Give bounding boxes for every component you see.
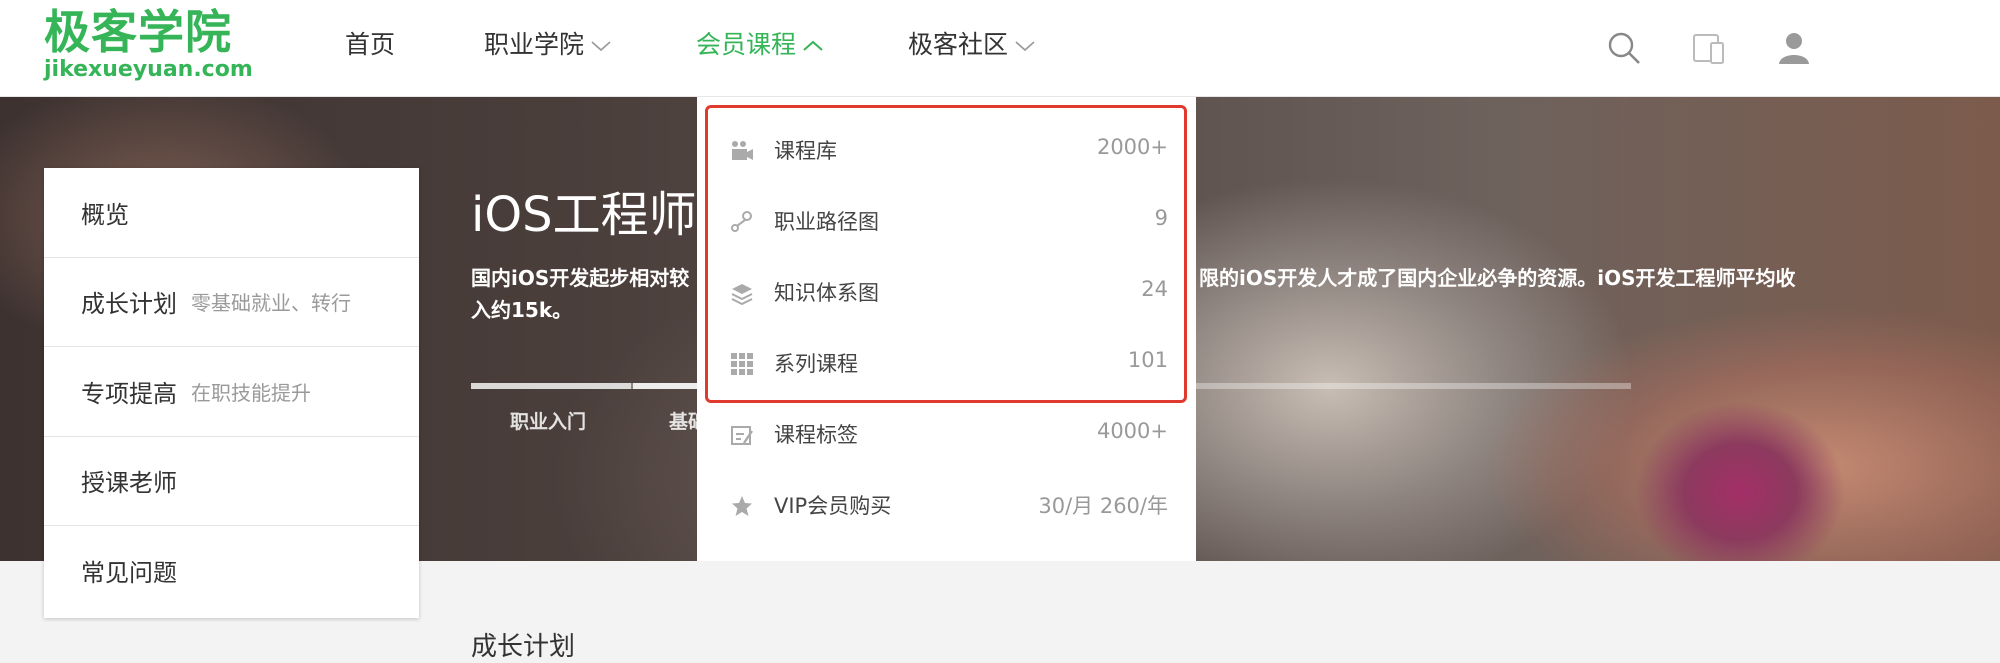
chevron-down-icon (1015, 41, 1035, 52)
progress-segment (633, 383, 703, 389)
sidebar: 概览 成长计划 零基础就业、转行 专项提高 在职技能提升 授课老师 常见问题 (44, 168, 419, 618)
section-title: 成长计划 (471, 632, 576, 662)
dropdown-item-label: 课程库 (774, 139, 837, 163)
dropdown-item-knowledge-map[interactable]: 知识体系图 24 (697, 256, 1196, 327)
star-icon (732, 496, 752, 516)
sidebar-item-growth-plan[interactable]: 成长计划 零基础就业、转行 (44, 258, 419, 347)
dropdown-item-label: 系列课程 (774, 352, 858, 376)
nav-member-courses[interactable]: 会员课程 (696, 27, 824, 63)
sidebar-item-label: 成长计划 (81, 290, 177, 319)
dropdown-item-career-path[interactable]: 职业路径图 9 (697, 185, 1196, 256)
dropdown-item-count: 4000+ (1096, 419, 1168, 443)
grid-icon (731, 353, 753, 375)
sidebar-item-label: 授课老师 (81, 469, 177, 498)
nav-member-courses-label: 会员课程 (696, 30, 797, 59)
nav-community[interactable]: 极客社区 (908, 27, 1036, 63)
sidebar-item-teachers[interactable]: 授课老师 (44, 437, 419, 526)
logo[interactable]: 极客学院 jikexueyuan.com (44, 5, 253, 86)
sidebar-item-faq[interactable]: 常见问题 (44, 526, 419, 616)
sidebar-item-label: 概览 (81, 200, 129, 229)
step-label[interactable]: 基础 (669, 407, 697, 434)
dropdown-item-count: 2000+ (1096, 135, 1168, 159)
dropdown-item-course-library[interactable]: 课程库 2000+ (697, 114, 1196, 185)
hero-desc-right: 限的iOS开发人才成了国内企业必争的资源。iOS开发工程师平均收 (1199, 266, 1796, 290)
hero-desc-line2: 入约15k。 (471, 298, 573, 322)
nav-community-label: 极客社区 (908, 30, 1009, 59)
logo-text: 极客学院 (44, 5, 232, 59)
sidebar-item-label: 专项提高 (81, 379, 177, 408)
sidebar-item-subtitle: 零基础就业、转行 (191, 291, 351, 316)
dropdown-item-series-courses[interactable]: 系列课程 101 (697, 327, 1196, 398)
tag-icon (731, 426, 753, 445)
search-icon[interactable] (1606, 30, 1642, 66)
member-courses-dropdown: 课程库 2000+ 职业路径图 9 知识体系图 24 系列课程 101 课程标签… (697, 97, 1196, 561)
logo-url: jikexueyuan.com (44, 57, 253, 82)
nav-career-college-label: 职业学院 (484, 30, 585, 59)
nav-career-college[interactable]: 职业学院 (484, 27, 612, 63)
path-icon (731, 211, 752, 232)
chevron-down-icon (591, 41, 611, 52)
hero-desc-left: 国内iOS开发起步相对较 (471, 266, 690, 290)
dropdown-item-label: VIP会员购买 (774, 494, 892, 518)
device-icon[interactable] (1691, 30, 1727, 66)
hero-title: iOS工程师 (471, 187, 697, 243)
video-icon (732, 141, 753, 160)
sidebar-item-overview[interactable]: 概览 (44, 168, 419, 258)
nav-home-label: 首页 (345, 30, 396, 59)
dropdown-item-label: 课程标签 (774, 423, 858, 447)
user-icon[interactable] (1776, 30, 1812, 66)
dropdown-item-label: 职业路径图 (774, 210, 879, 234)
dropdown-item-course-tags[interactable]: 课程标签 4000+ (697, 398, 1196, 469)
stack-icon (731, 284, 753, 305)
site-header: 极客学院 jikexueyuan.com 首页 职业学院 会员课程 极客社区 (0, 0, 2000, 97)
chevron-up-icon (803, 40, 823, 51)
dropdown-item-count: 101 (1127, 348, 1168, 372)
dropdown-item-label: 知识体系图 (774, 281, 879, 305)
dropdown-item-count: 24 (1141, 277, 1168, 301)
dropdown-item-count: 30/月 260/年 (1038, 494, 1168, 518)
progress-segment (471, 383, 631, 389)
nav-home[interactable]: 首页 (345, 27, 395, 63)
dropdown-item-vip-purchase[interactable]: VIP会员购买 30/月 260/年 (697, 469, 1196, 540)
dropdown-item-count: 9 (1154, 206, 1168, 230)
sidebar-item-subtitle: 在职技能提升 (191, 380, 311, 405)
sidebar-item-label: 常见问题 (81, 559, 177, 588)
step-label[interactable]: 职业入门 (510, 407, 586, 434)
sidebar-item-specialization[interactable]: 专项提高 在职技能提升 (44, 347, 419, 437)
